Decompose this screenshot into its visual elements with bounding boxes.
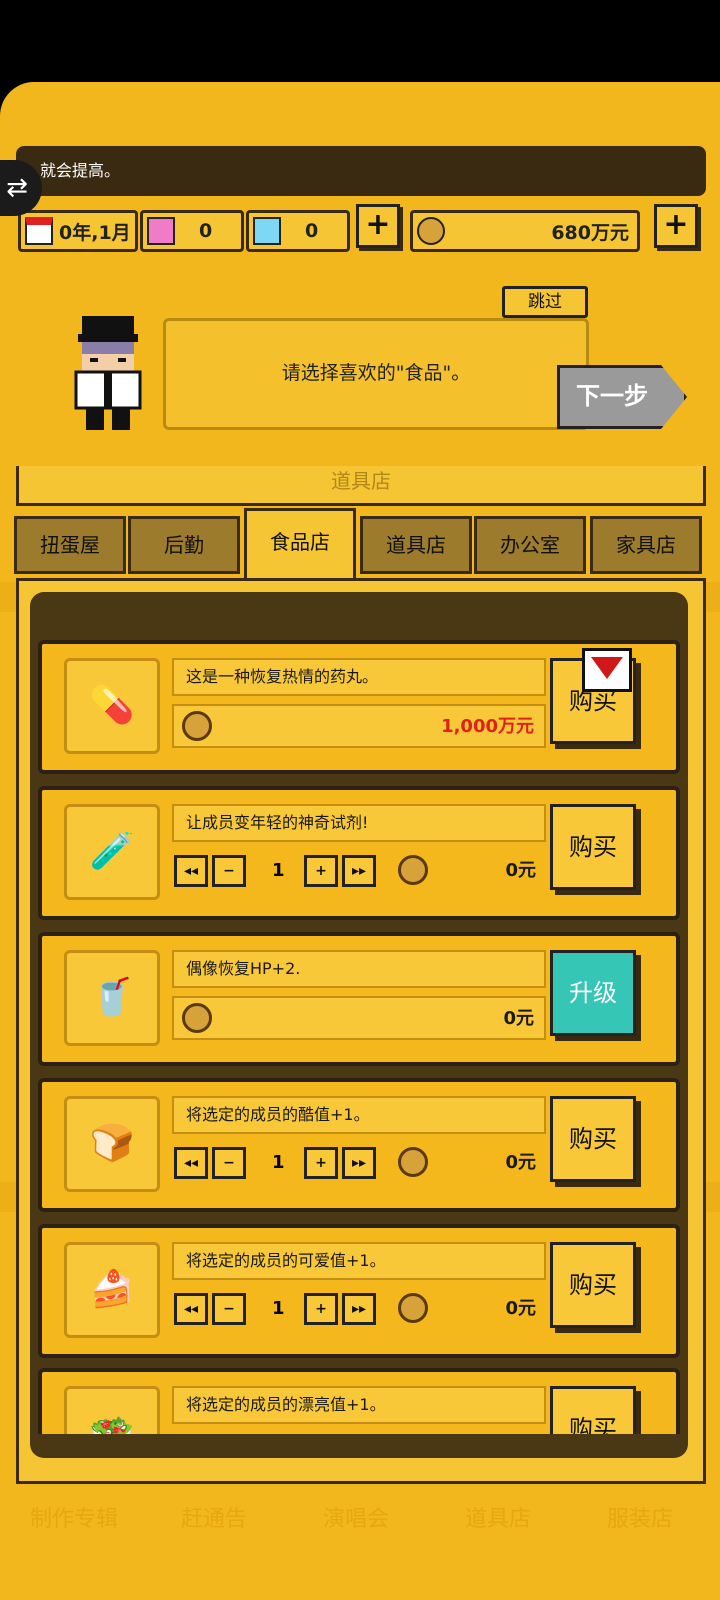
item-price: 0元 (505, 860, 536, 881)
tab-food-shop[interactable]: 食品店 (244, 508, 356, 578)
cake-icon: 🍰 (64, 1242, 160, 1338)
coin-icon (398, 855, 428, 885)
list-item: 🥤 偶像恢复HP+2. 0元 升级 (38, 932, 680, 1066)
nav-make-album[interactable]: 制作专辑 (12, 1490, 136, 1550)
item-price: 0元 (505, 1152, 536, 1173)
qty-min-button[interactable]: ◂◂ (174, 855, 208, 887)
coin-icon (182, 1003, 212, 1033)
money-display: 680万元 (410, 210, 640, 252)
nav-schedule[interactable]: 赶通告 (152, 1490, 276, 1550)
buy-button[interactable]: 购买 (550, 804, 636, 890)
buy-button[interactable]: 购买 (550, 1242, 636, 1328)
item-description: 这是一种恢复热情的药丸。 (172, 658, 546, 696)
list-item: 🥗 将选定的成员的漂亮值+1。 购买 (38, 1368, 680, 1434)
blue-gem-counter: 0 (246, 210, 350, 252)
tab-gacha[interactable]: 扭蛋屋 (14, 516, 126, 574)
food-icon: 🥗 (64, 1386, 160, 1434)
price-row: 1,000万元 (172, 704, 546, 748)
quantity-value: 1 (272, 1152, 285, 1173)
upgrade-button[interactable]: 升级 (550, 950, 636, 1036)
drink-icon: 🥤 (64, 950, 160, 1046)
tutorial-pointer-icon (582, 648, 632, 692)
tutorial-message: 请选择喜欢的"食品"。 (163, 318, 589, 430)
tab-furniture-shop[interactable]: 家具店 (590, 516, 702, 574)
potion-icon: 🧪 (64, 804, 160, 900)
quantity-price-row: ◂◂ − 1 + ▸▸ 0元 (172, 1142, 546, 1186)
qty-min-button[interactable]: ◂◂ (174, 1293, 208, 1325)
blue-gem-count: 0 (305, 220, 319, 242)
coin-icon (398, 1147, 428, 1177)
qty-minus-button[interactable]: − (212, 1147, 246, 1179)
money-text: 680万元 (551, 221, 629, 244)
qty-max-button[interactable]: ▸▸ (342, 1293, 376, 1325)
status-bar (0, 0, 720, 82)
item-description: 将选定的成员的漂亮值+1。 (172, 1386, 546, 1424)
qty-plus-button[interactable]: + (304, 1293, 338, 1325)
price-row: 0元 (172, 996, 546, 1040)
buy-button[interactable]: 购买 (550, 1386, 636, 1434)
tab-office[interactable]: 办公室 (474, 516, 586, 574)
shop-tabs: 扭蛋屋 后勤 食品店 道具店 办公室 家具店 (14, 508, 706, 578)
qty-min-button[interactable]: ◂◂ (174, 1147, 208, 1179)
bottom-navigation: 制作专辑 赶通告 演唱会 道具店 服装店 (0, 1490, 720, 1550)
tab-item-shop[interactable]: 道具店 (360, 516, 472, 574)
coin-icon (398, 1293, 428, 1323)
qty-plus-button[interactable]: + (304, 1147, 338, 1179)
add-money-button[interactable]: + (654, 204, 698, 248)
quantity-value: 1 (272, 860, 285, 881)
calendar-icon (25, 217, 53, 245)
tip-text: 就会提高。 (16, 146, 706, 196)
list-item: 🍰 将选定的成员的可爱值+1。 ◂◂ − 1 + ▸▸ 0元 购买 (38, 1224, 680, 1358)
skip-button[interactable]: 跳过 (502, 286, 588, 318)
next-step-button[interactable]: 下一步 (557, 365, 687, 429)
list-item: 🍞 将选定的成员的酷值+1。 ◂◂ − 1 + ▸▸ 0元 购买 (38, 1078, 680, 1212)
list-item-clip: 🥗 将选定的成员的漂亮值+1。 购买 (38, 1368, 680, 1434)
qty-plus-button[interactable]: + (304, 855, 338, 887)
bread-icon: 🍞 (64, 1096, 160, 1192)
pink-gem-icon (147, 217, 175, 245)
buy-button[interactable]: 购买 (550, 1096, 636, 1182)
item-price: 1,000万元 (441, 716, 534, 737)
qty-minus-button[interactable]: − (212, 855, 246, 887)
item-price: 0元 (503, 1008, 534, 1029)
tab-logistics[interactable]: 后勤 (128, 516, 240, 574)
qty-minus-button[interactable]: − (212, 1293, 246, 1325)
panel-title: 道具店 (331, 469, 391, 493)
pill-icon: 💊 (64, 658, 160, 754)
item-description: 将选定的成员的酷值+1。 (172, 1096, 546, 1134)
nav-concert[interactable]: 演唱会 (294, 1490, 418, 1550)
item-description: 让成员变年轻的神奇试剂! (172, 804, 546, 842)
date-text: 0年,1月 (59, 221, 131, 244)
nav-item-shop[interactable]: 道具店 (436, 1490, 560, 1550)
nav-costume-shop[interactable]: 服装店 (578, 1490, 702, 1550)
quantity-price-row: ◂◂ − 1 + ▸▸ 0元 (172, 850, 546, 894)
qty-max-button[interactable]: ▸▸ (342, 1147, 376, 1179)
item-description: 偶像恢复HP+2. (172, 950, 546, 988)
manager-character-avatar (74, 316, 142, 430)
coin-icon (417, 217, 445, 245)
add-gem-button[interactable]: + (356, 204, 400, 248)
quantity-value: 1 (272, 1298, 285, 1319)
qty-max-button[interactable]: ▸▸ (342, 855, 376, 887)
blue-gem-icon (253, 217, 281, 245)
item-description: 将选定的成员的可爱值+1。 (172, 1242, 546, 1280)
coin-icon (182, 711, 212, 741)
item-price: 0元 (505, 1298, 536, 1319)
pink-gem-count: 0 (199, 220, 213, 242)
quantity-price-row: ◂◂ − 1 + ▸▸ 0元 (172, 1288, 546, 1332)
pink-gem-counter: 0 (140, 210, 244, 252)
panel-header: 道具店 (16, 466, 706, 506)
date-display: 0年,1月 (18, 210, 138, 252)
list-item: 🧪 让成员变年轻的神奇试剂! ◂◂ − 1 + ▸▸ 0元 购买 (38, 786, 680, 920)
